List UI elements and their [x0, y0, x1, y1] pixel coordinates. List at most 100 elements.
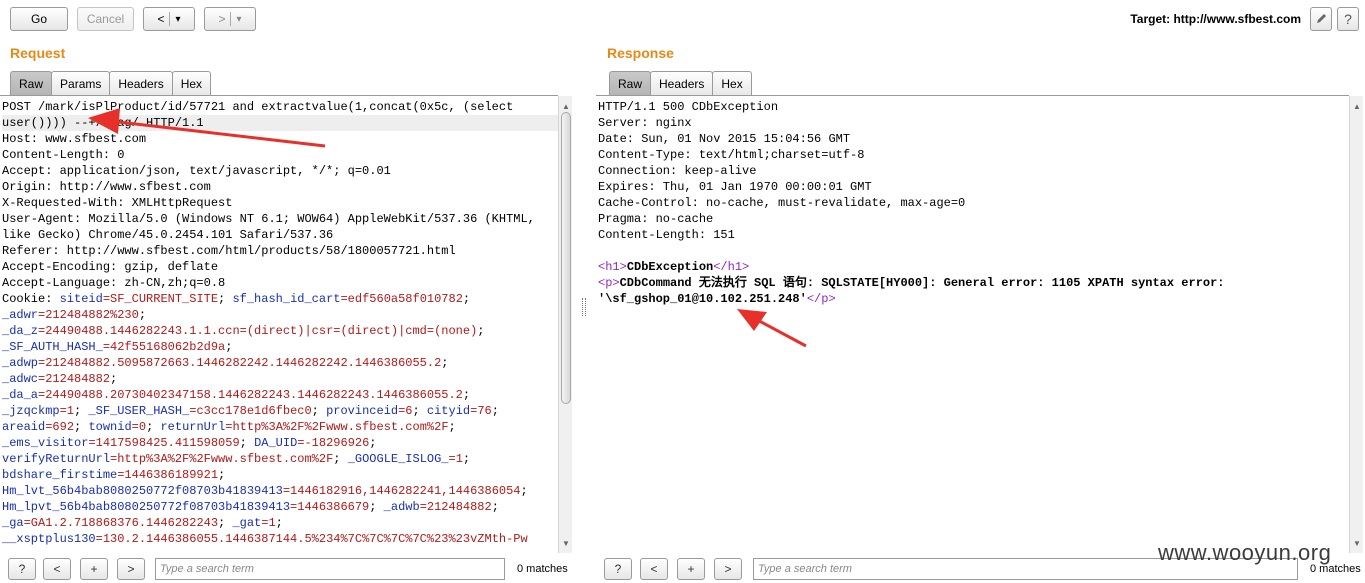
text-segment: =212484882.5095872663.1446282242.1446282…: [38, 356, 442, 370]
text-line: _ems_visitor=1417598425.411598059; DA_UI…: [2, 435, 558, 451]
request-text: POST /mark/isPlProduct/id/57721 and extr…: [0, 96, 558, 547]
splitter-handle[interactable]: [582, 298, 586, 316]
text-line: user()))) --+/flag/ HTTP/1.1: [2, 115, 558, 131]
text-line: _ga=GA1.2.718868376.1446282243; _gat=1;: [2, 515, 558, 531]
tab-headers[interactable]: Headers: [109, 71, 173, 95]
text-line: _SF_AUTH_HASH_=42f55168062b2d9a;: [2, 339, 558, 355]
text-segment: Host: www.sfbest.com: [2, 132, 147, 146]
help-button[interactable]: ?: [1337, 7, 1359, 31]
text-segment: Accept-Language: zh-CN,zh;q=0.8: [2, 276, 226, 290]
response-search-help-button[interactable]: ?: [604, 558, 632, 580]
text-segment: _jzqckmp: [2, 404, 60, 418]
text-segment: __xsptplus130: [2, 532, 96, 546]
response-scrollbar[interactable]: ▲ ▼: [1349, 96, 1363, 553]
scroll-thumb[interactable]: [561, 112, 571, 404]
text-segment: =c3cc178e1d6fbec0: [189, 404, 312, 418]
tab-raw[interactable]: Raw: [10, 71, 53, 95]
text-segment: =6: [398, 404, 413, 418]
text-segment: =1446386679: [290, 500, 370, 514]
text-segment: _SF_USER_HASH_: [88, 404, 190, 418]
text-line: Date: Sun, 01 Nov 2015 15:04:56 GMT: [598, 131, 1349, 147]
text-segment: user()))) --+/flag/ HTTP/1.1: [2, 116, 204, 130]
tab-hex[interactable]: Hex: [712, 71, 752, 95]
response-search-prev-button[interactable]: <: [640, 558, 668, 580]
request-search-prev-button[interactable]: <: [43, 558, 71, 580]
text-segment: Referer: http://www.sfbest.com/html/prod…: [2, 244, 456, 258]
response-search-next-button[interactable]: >: [714, 558, 742, 580]
tab-params[interactable]: Params: [51, 71, 111, 95]
scroll-down-icon[interactable]: ▼: [1351, 537, 1363, 549]
text-line: Connection: keep-alive: [598, 163, 1349, 179]
plus-icon: +: [90, 562, 98, 576]
text-segment: =GA1.2.718868376.1446282243: [23, 516, 219, 530]
help-icon: ?: [614, 562, 622, 576]
text-segment: CDbException: [626, 260, 714, 274]
text-segment: Origin: http://www.sfbest.com: [2, 180, 211, 194]
text-segment: =edf560a58f010782: [340, 292, 463, 306]
cancel-button[interactable]: Cancel: [77, 7, 134, 31]
text-segment: ;: [369, 500, 384, 514]
edit-target-button[interactable]: [1310, 7, 1332, 31]
text-segment: ;: [239, 436, 255, 450]
text-segment: ;: [275, 516, 283, 530]
text-line: _adwp=212484882.5095872663.1446282242.14…: [2, 355, 558, 371]
tab-raw[interactable]: Raw: [609, 71, 652, 95]
text-segment: =SF_CURRENT_SITE: [102, 292, 219, 306]
response-editor[interactable]: HTTP/1.1 500 CDbException Server: nginx Da…: [596, 95, 1349, 553]
text-segment: POST /mark/isPlProduct/id/57721 and extr…: [2, 100, 514, 114]
plus-icon: +: [687, 562, 695, 576]
text-segment: HTTP/1.1 500 CDbException: [598, 100, 779, 114]
text-segment: Expires: Thu, 01 Jan 1970 00:00:01 GMT: [598, 180, 872, 194]
text-segment: =212484882: [38, 372, 111, 386]
request-editor[interactable]: POST /mark/isPlProduct/id/57721 and extr…: [0, 95, 558, 553]
request-matches-count: 0 matches: [517, 563, 568, 575]
go-button[interactable]: Go: [10, 7, 68, 31]
text-segment: =76: [470, 404, 492, 418]
request-search-add-button[interactable]: +: [80, 558, 108, 580]
text-segment: =1: [261, 516, 276, 530]
target-label[interactable]: Target: http://www.sfbest.com: [1130, 12, 1301, 26]
back-button[interactable]: < ▾: [143, 7, 195, 31]
text-segment: _adwc: [2, 372, 39, 386]
text-line: User-Agent: Mozilla/5.0 (Windows NT 6.1;…: [2, 211, 558, 227]
response-text: HTTP/1.1 500 CDbException Server: nginx Da…: [596, 96, 1349, 307]
text-segment: _ga: [2, 516, 24, 530]
text-line: Pragma: no-cache: [598, 211, 1349, 227]
request-scrollbar[interactable]: ▲ ▼: [558, 96, 572, 553]
request-tabs: Raw Params Headers Hex: [10, 71, 212, 95]
forward-button[interactable]: > ▾: [204, 7, 256, 31]
text-segment: ;: [110, 372, 118, 386]
text-line: _da_a=24490488.20730402347158.1446282243…: [2, 387, 558, 403]
text-line: Server: nginx: [598, 115, 1349, 131]
text-segment: ;: [218, 516, 233, 530]
scroll-down-icon[interactable]: ▼: [560, 537, 572, 549]
text-segment: townid: [88, 420, 132, 434]
text-line: <p>CDbCommand 无法执行 SQL 语句: SQLSTATE[HY00…: [598, 275, 1349, 291]
text-segment: Accept: application/json, text/javascrip…: [2, 164, 391, 178]
request-search-input[interactable]: [155, 558, 505, 580]
text-segment: <p>: [598, 276, 620, 290]
text-segment: ;: [520, 484, 528, 498]
text-segment: sf_hash_id_cart: [232, 292, 341, 306]
text-segment: =0: [131, 420, 147, 434]
response-search-add-button[interactable]: +: [677, 558, 705, 580]
help-icon: ?: [18, 562, 26, 576]
text-segment: =24490488.20730402347158.1446282243.1446…: [38, 388, 463, 402]
text-segment: ;: [311, 404, 327, 418]
text-segment: ;: [462, 388, 471, 402]
tab-headers[interactable]: Headers: [650, 71, 714, 95]
text-segment: Content-Type: text/html;charset=utf-8: [598, 148, 865, 162]
request-search-help-button[interactable]: ?: [8, 558, 36, 580]
request-search-next-button[interactable]: >: [117, 558, 145, 580]
text-segment: siteid: [59, 292, 103, 306]
text-segment: '\sf_gshop_01@10.102.251.248': [598, 292, 807, 306]
tab-hex[interactable]: Hex: [171, 71, 212, 95]
text-line: Content-Length: 151: [598, 227, 1349, 243]
scroll-up-icon[interactable]: ▲: [1351, 100, 1363, 112]
cancel-label: Cancel: [86, 12, 125, 26]
text-segment: Content-Length: 151: [598, 228, 735, 242]
text-line: Accept-Language: zh-CN,zh;q=0.8: [2, 275, 558, 291]
text-segment: _adwp: [2, 356, 39, 370]
text-segment: ;: [74, 404, 89, 418]
scroll-up-icon[interactable]: ▲: [560, 100, 572, 112]
